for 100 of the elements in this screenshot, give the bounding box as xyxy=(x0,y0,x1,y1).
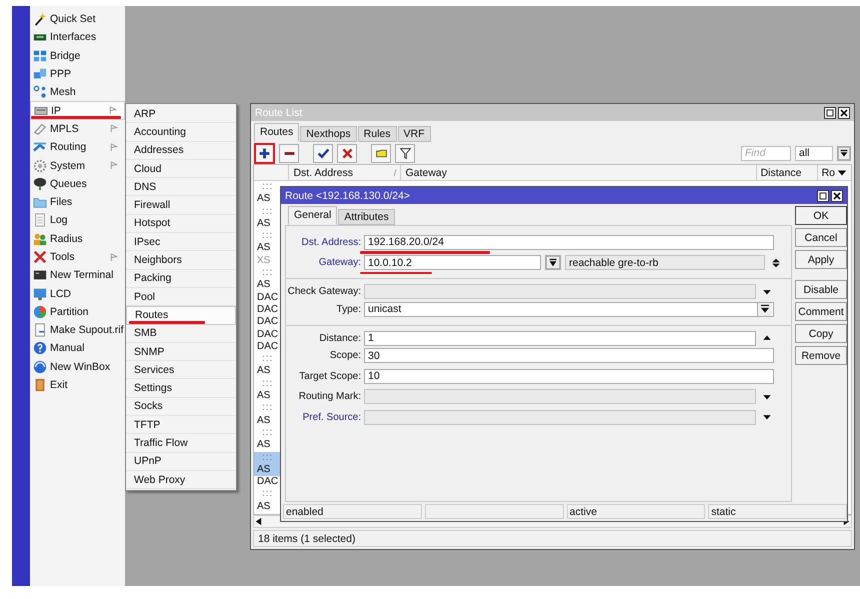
table-row[interactable]: DAC xyxy=(254,476,282,488)
comment-row[interactable]: ::: xyxy=(254,426,282,440)
menu-item[interactable]: Manual xyxy=(30,339,125,358)
dialog-button[interactable]: Copy xyxy=(795,324,847,343)
search-field[interactable]: Find xyxy=(741,146,791,160)
comment-row[interactable]: ::: xyxy=(254,206,282,218)
filter-select[interactable]: all xyxy=(795,146,833,160)
number-field[interactable]: 1 xyxy=(364,330,756,346)
column-header[interactable]: Gateway xyxy=(405,166,447,178)
table-row[interactable]: AS xyxy=(254,414,282,427)
menu-item[interactable]: IP xyxy=(30,101,125,120)
comment-row[interactable]: ::: xyxy=(254,230,282,242)
submenu-item[interactable]: DNS xyxy=(126,178,236,196)
submenu-item[interactable]: Traffic Flow xyxy=(126,434,236,453)
submenu-item[interactable]: Settings xyxy=(126,379,236,398)
submenu-item[interactable]: Firewall xyxy=(126,196,236,215)
menu-item[interactable]: Bridge xyxy=(30,46,125,65)
comment-row[interactable]: ::: xyxy=(254,378,282,390)
submenu-item[interactable]: SNMP xyxy=(126,342,236,362)
submenu-item[interactable]: Packing xyxy=(126,270,236,288)
tab[interactable]: General xyxy=(288,206,338,225)
comment-row[interactable]: ::: xyxy=(254,353,282,366)
table-row[interactable]: AS xyxy=(254,279,282,292)
comment-row[interactable]: ::: xyxy=(254,488,282,501)
menu-item[interactable]: LCD xyxy=(30,284,125,303)
table-row[interactable]: AS xyxy=(254,193,282,206)
text-field[interactable]: 10 xyxy=(364,368,774,384)
plus-icon xyxy=(258,146,271,160)
disable-button[interactable] xyxy=(337,144,357,162)
blocks-icon xyxy=(33,48,47,63)
dialog-button[interactable]: Disable xyxy=(795,280,847,299)
column-header[interactable]: Ro xyxy=(822,166,835,178)
table-row[interactable]: DAC xyxy=(254,340,282,354)
column-header[interactable]: Dst. Address xyxy=(293,166,353,178)
add-button[interactable] xyxy=(254,142,275,164)
menu-item[interactable]: Queues xyxy=(30,174,125,193)
menu-item[interactable]: Radius xyxy=(30,230,125,248)
filter-button[interactable] xyxy=(395,144,415,162)
table-row[interactable]: AS xyxy=(254,390,282,402)
menu-item[interactable]: MPLS xyxy=(30,120,125,138)
menu-item[interactable]: Routing xyxy=(30,138,125,156)
menu-item[interactable]: Files xyxy=(30,192,125,212)
menu-item[interactable]: Log xyxy=(30,211,125,230)
submenu-item[interactable]: Web Proxy xyxy=(126,470,236,490)
submenu-item[interactable]: Socks xyxy=(126,398,236,416)
dropdown-field[interactable]: unicast xyxy=(364,302,774,317)
tab[interactable]: Routes xyxy=(254,123,300,142)
menu-item[interactable]: PPP xyxy=(30,64,125,84)
table-row[interactable]: AS xyxy=(254,242,282,255)
text-field[interactable]: 30 xyxy=(364,348,774,364)
tab[interactable]: Nexthops xyxy=(300,126,357,142)
menu-item[interactable]: New WinBox xyxy=(30,358,125,376)
gear-icon xyxy=(33,158,47,173)
submenu-item[interactable]: IPsec xyxy=(126,233,236,252)
submenu-item[interactable]: SMB xyxy=(126,324,236,343)
menu-item[interactable]: New Terminal xyxy=(30,266,125,284)
dialog-button[interactable]: Apply xyxy=(795,250,847,269)
table-row[interactable]: AS xyxy=(254,218,282,230)
dialog-button[interactable]: Cancel xyxy=(795,228,847,247)
remove-button[interactable] xyxy=(279,144,299,162)
table-row[interactable]: DAC xyxy=(254,304,282,316)
submenu-item[interactable]: Addresses xyxy=(126,142,236,160)
submenu-item[interactable]: UPnP xyxy=(126,452,236,471)
tab[interactable]: Rules xyxy=(358,126,396,142)
dialog-button[interactable]: Remove xyxy=(795,346,847,365)
table-row[interactable]: DAC xyxy=(254,316,282,329)
menu-item[interactable]: Partition xyxy=(30,302,125,322)
menu-item[interactable]: Make Supout.rif xyxy=(30,321,125,340)
comment-row[interactable]: ::: xyxy=(254,181,282,194)
terminal-icon xyxy=(33,268,47,282)
text-field[interactable]: 10.0.10.2 xyxy=(364,255,541,270)
menu-item[interactable]: System xyxy=(30,156,125,175)
comment-row[interactable]: ::: xyxy=(254,402,282,415)
submenu-item[interactable]: Neighbors xyxy=(126,251,236,270)
submenu-item[interactable]: ARP xyxy=(126,105,236,124)
text-field[interactable]: 192.168.20.0/24 xyxy=(364,234,774,250)
comment-button[interactable] xyxy=(371,144,391,162)
dialog-button[interactable]: OK xyxy=(795,206,847,225)
submenu-item[interactable]: Cloud xyxy=(126,160,236,178)
table-row[interactable]: AS xyxy=(254,439,282,452)
table-row[interactable]: DAC xyxy=(254,328,282,341)
submenu-item[interactable]: Routes xyxy=(126,306,236,325)
table-row[interactable]: DAC xyxy=(254,292,282,304)
submenu-item[interactable]: Hotspot xyxy=(126,214,236,234)
menu-item[interactable]: Tools xyxy=(30,248,125,266)
dialog-button[interactable]: Comment xyxy=(795,302,847,321)
comment-row[interactable]: ::: xyxy=(254,267,282,280)
column-header[interactable]: Distance xyxy=(760,166,802,178)
table-row[interactable]: AS xyxy=(254,500,282,514)
enable-button[interactable] xyxy=(313,144,333,162)
tab[interactable]: VRF xyxy=(398,126,430,142)
menu-item[interactable]: Mesh xyxy=(30,83,125,102)
table-row[interactable]: AS xyxy=(254,365,282,378)
menu-item[interactable]: Interfaces xyxy=(30,28,125,47)
submenu-item[interactable]: Services xyxy=(126,361,236,380)
menu-item[interactable]: Quick Set xyxy=(30,10,125,28)
submenu-item[interactable]: Accounting xyxy=(126,123,236,142)
submenu-item[interactable]: TFTP xyxy=(126,416,236,434)
menu-item[interactable]: Exit xyxy=(30,376,125,394)
tab[interactable]: Attributes xyxy=(338,209,395,225)
